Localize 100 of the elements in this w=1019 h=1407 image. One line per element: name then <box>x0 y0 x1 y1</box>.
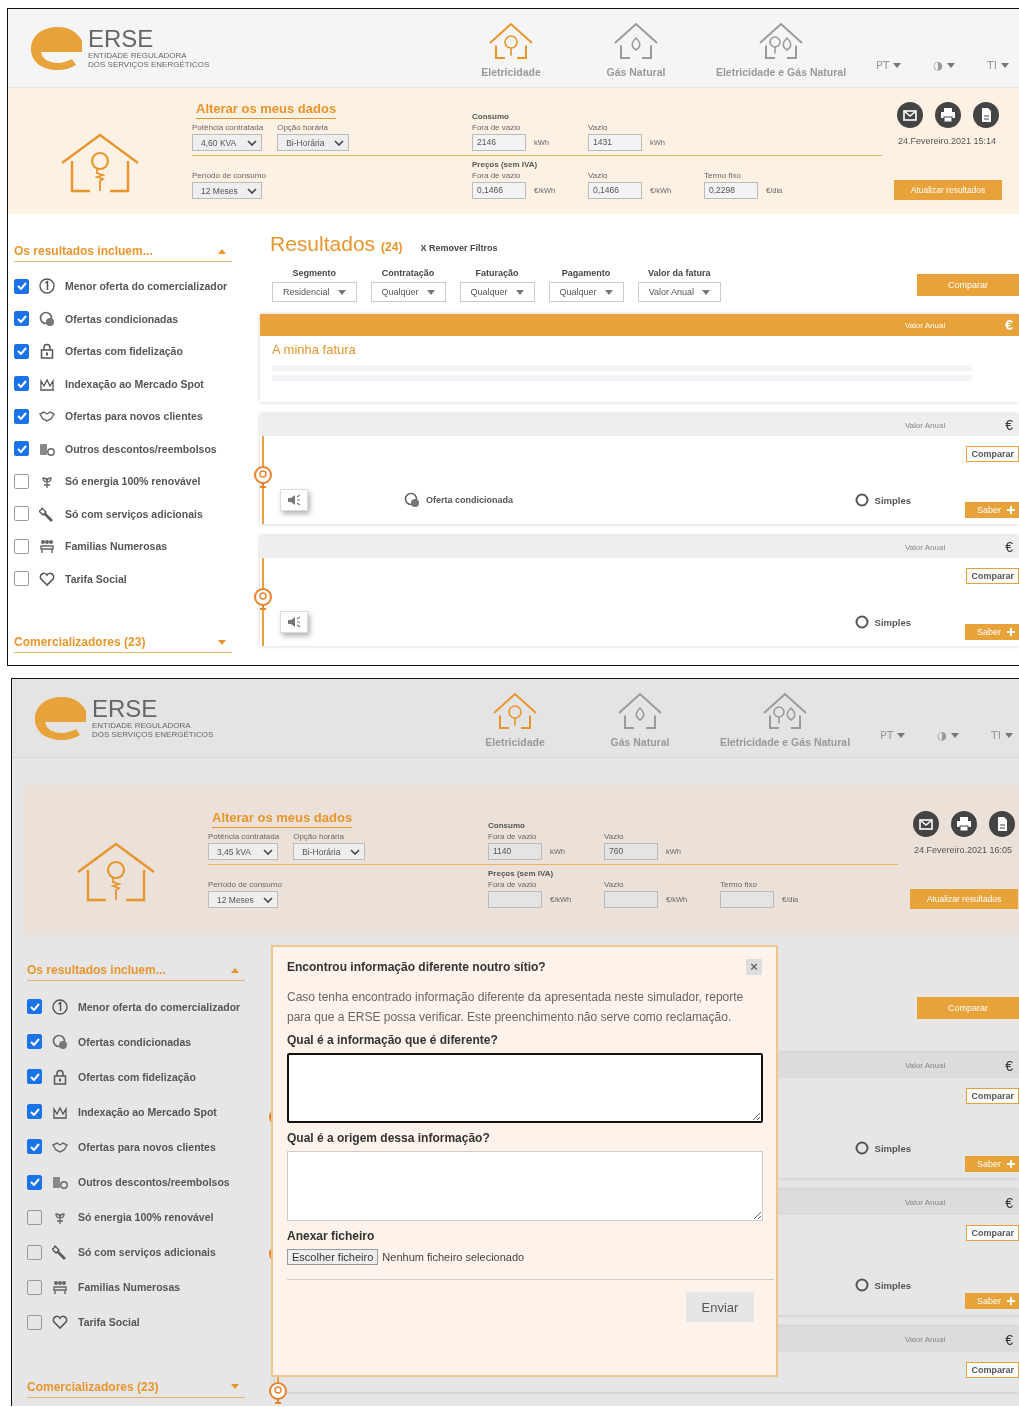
email-icon[interactable] <box>897 102 923 128</box>
dropdown-button[interactable]: Residencial <box>272 282 357 302</box>
checkbox[interactable] <box>27 1104 42 1120</box>
compare-button[interactable]: Comparar <box>917 274 1019 296</box>
checkbox[interactable] <box>14 343 29 359</box>
filter-label: Familias Numerosas <box>65 540 168 553</box>
input-field[interactable] <box>604 891 658 908</box>
speaker-button[interactable] <box>280 611 308 633</box>
input-field[interactable]: 0,1466 <box>472 182 526 199</box>
menu-dropdown[interactable]: TI <box>986 58 1009 72</box>
input-field[interactable]: 1140 <box>488 843 542 860</box>
close-button[interactable]: × <box>746 959 762 975</box>
input-field[interactable] <box>488 891 542 908</box>
speaker-button[interactable] <box>280 489 308 511</box>
more-button[interactable]: Saber <box>964 624 1019 640</box>
caret-icon <box>515 289 524 295</box>
select-field[interactable]: 12 Meses <box>208 891 278 908</box>
field-label: Termo fixo <box>704 171 742 180</box>
compare-button[interactable]: Comparar <box>966 1088 1019 1104</box>
offer-type: Simples <box>874 494 911 506</box>
dropdown-button[interactable]: Qualquer <box>459 282 535 302</box>
document-icon[interactable] <box>989 811 1015 837</box>
checkbox[interactable] <box>14 278 29 294</box>
dropdown-button[interactable]: Valor Anual <box>637 282 721 302</box>
checkbox[interactable] <box>14 376 29 392</box>
select-field[interactable]: 12 Meses <box>192 182 262 199</box>
update-results-button[interactable]: Atualizar resultados <box>894 180 1002 200</box>
input-field[interactable]: 0,2298 <box>704 182 758 199</box>
compare-button[interactable]: Comparar <box>966 446 1019 462</box>
checkbox[interactable] <box>27 1244 42 1260</box>
checkbox[interactable] <box>27 1209 42 1225</box>
filter-label: Indexação ao Mercado Spot <box>65 377 204 390</box>
caret-icon <box>231 1384 239 1390</box>
choose-file-button[interactable]: Escolher ficheiro <box>287 1249 379 1265</box>
menu-dropdown[interactable]: ◑ <box>937 728 959 742</box>
menu-dropdown[interactable]: TI <box>990 728 1013 742</box>
menu-dropdown[interactable]: ◑ <box>933 58 955 72</box>
answer-field[interactable] <box>287 1053 763 1123</box>
checkbox[interactable] <box>14 408 29 424</box>
checkbox[interactable] <box>14 538 29 554</box>
brand-subtitle: ENTIDADE REGULADORA <box>92 721 192 730</box>
compare-button[interactable]: Comparar <box>966 1362 1019 1378</box>
input-field[interactable] <box>720 891 774 908</box>
checkbox[interactable] <box>27 1069 42 1085</box>
checkbox[interactable] <box>14 441 29 457</box>
more-button[interactable]: Saber <box>964 1156 1019 1172</box>
select-field[interactable]: 3,45 kVA <box>208 843 278 860</box>
checkbox[interactable] <box>14 506 29 522</box>
menu-dropdown[interactable]: PT <box>880 728 906 742</box>
checkbox[interactable] <box>14 311 29 327</box>
checkbox[interactable] <box>27 1174 42 1190</box>
nav-tab[interactable]: Gás Natural <box>580 688 700 748</box>
nav-tab[interactable]: Eletricidade e Gás Natural <box>696 18 866 78</box>
nav-tab[interactable]: Eletricidade e Gás Natural <box>700 688 870 748</box>
ring-icon <box>854 615 869 629</box>
compare-button[interactable]: Comparar <box>966 568 1019 584</box>
input-field[interactable]: 0,1466 <box>588 182 642 199</box>
section-title[interactable]: Alterar os meus dados <box>196 101 337 119</box>
menu-dropdown[interactable]: PT <box>876 58 902 72</box>
check-icon <box>29 1178 40 1186</box>
nav-tab[interactable]: Gás Natural <box>576 18 696 78</box>
nav-tab[interactable]: Eletricidade <box>456 18 566 78</box>
chevron-icon <box>350 848 361 855</box>
email-icon[interactable] <box>913 811 939 837</box>
select-field[interactable]: Bi-Horária <box>277 134 350 151</box>
filter-label: Indexação ao Mercado Spot <box>78 1105 217 1118</box>
checkbox[interactable] <box>27 1034 42 1050</box>
checkbox[interactable] <box>14 473 29 489</box>
more-button[interactable]: Saber <box>964 1293 1019 1309</box>
checkbox[interactable] <box>27 1314 42 1330</box>
send-button[interactable]: Enviar <box>686 1292 754 1322</box>
number-one-icon <box>52 998 68 1015</box>
dropdown-button[interactable]: Qualquer <box>548 282 624 302</box>
nav-tab[interactable]: Eletricidade <box>460 688 570 748</box>
checkbox[interactable] <box>27 1279 42 1295</box>
clear-filters-link[interactable]: X Remover Filtros <box>420 243 498 253</box>
input-field[interactable]: 760 <box>604 843 658 860</box>
print-icon[interactable] <box>951 811 977 837</box>
input-field[interactable]: 2146 <box>472 134 526 151</box>
select-field[interactable]: Bi-Horária <box>293 843 366 860</box>
compare-button[interactable]: Comparar <box>917 997 1019 1019</box>
input-field[interactable]: 1431 <box>588 134 642 151</box>
section-heading[interactable]: Comercializadores (23) <box>14 635 232 653</box>
attach-label: Anexar ficheiro <box>287 1229 376 1243</box>
update-results-button[interactable]: Atualizar resultados <box>910 889 1018 909</box>
caret-icon <box>231 967 239 973</box>
select-field[interactable]: 4,60 KVA <box>192 134 262 151</box>
plus-icon <box>1007 506 1015 514</box>
document-icon[interactable] <box>973 102 999 128</box>
checkbox[interactable] <box>14 571 29 587</box>
dropdown-button[interactable]: Qualquer <box>370 282 446 302</box>
more-button[interactable]: Saber <box>964 502 1019 518</box>
amount-label: Valor Anual <box>904 1335 946 1344</box>
checkbox[interactable] <box>27 1139 42 1155</box>
filter-heading[interactable]: Os resultados incluem... <box>14 244 232 262</box>
filter-title: Segmento <box>292 268 336 278</box>
compare-button[interactable]: Comparar <box>966 1225 1019 1241</box>
print-icon[interactable] <box>935 102 961 128</box>
filter-label: Tarifa Social <box>78 1316 140 1329</box>
checkbox[interactable] <box>27 999 42 1015</box>
